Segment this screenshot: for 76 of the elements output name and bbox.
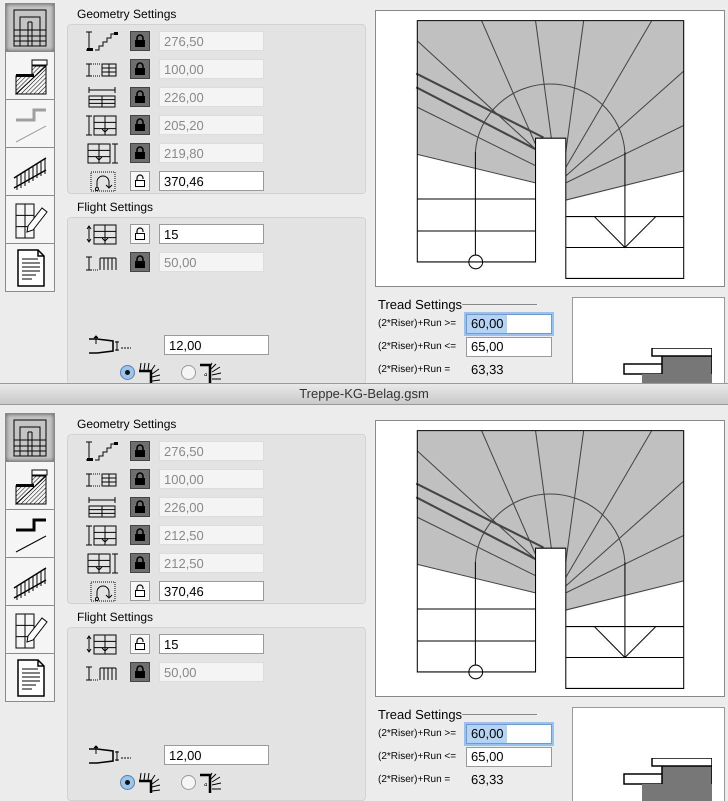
side-tab[interactable] <box>5 51 55 100</box>
side-tab[interactable] <box>5 147 55 196</box>
stair-height-icon <box>85 440 119 462</box>
lock-button[interactable] <box>130 171 150 191</box>
stair-length-icon <box>85 142 119 164</box>
stair-height-icon <box>85 30 119 52</box>
padlock-closed-icon <box>134 528 146 542</box>
stair-plan-icon <box>12 418 48 458</box>
padlock-closed-icon <box>134 34 146 48</box>
side-tab[interactable] <box>5 461 55 510</box>
value-readout: 63,33 <box>471 360 504 379</box>
value-field[interactable]: 15 <box>159 634 264 654</box>
value-field[interactable]: 12,00 <box>164 335 269 355</box>
window-title: Treppe-KG-Belag.gsm <box>299 385 429 404</box>
flush-edge-icon <box>137 771 161 794</box>
value-field[interactable]: 12,00 <box>164 745 269 765</box>
padlock-closed-icon <box>134 62 146 76</box>
radio-button[interactable] <box>120 365 135 380</box>
section-title: Flight Settings <box>77 610 154 624</box>
stair-length-icon <box>85 552 119 574</box>
padlock-closed-icon <box>134 90 146 104</box>
side-tab[interactable] <box>5 557 55 606</box>
radio-button[interactable] <box>120 775 135 790</box>
riser-count-icon <box>85 633 119 655</box>
side-tab[interactable] <box>5 195 55 244</box>
riser-count-icon <box>85 223 119 245</box>
padlock-open-icon <box>134 227 146 241</box>
padlock-open-icon <box>134 637 146 651</box>
radio-button[interactable] <box>181 775 196 790</box>
side-tab[interactable] <box>5 413 55 462</box>
stair-length-icon <box>85 524 119 546</box>
side-tab[interactable] <box>5 3 55 52</box>
section-title: Geometry Settings <box>77 417 178 431</box>
padlock-closed-icon <box>134 500 146 514</box>
value-field[interactable]: 65,00 <box>466 336 552 356</box>
field-label: (2*Riser)+Run >= <box>378 727 458 741</box>
side-tab[interactable] <box>5 605 55 654</box>
min-thickness-icon <box>87 745 131 765</box>
value-readout: 63,33 <box>471 770 504 789</box>
field-label: (2*Riser)+Run >= <box>378 317 458 331</box>
value-field[interactable]: 370,46 <box>159 581 264 601</box>
value-field[interactable]: 60,00 <box>466 314 552 334</box>
flush-edge-icon <box>137 361 161 383</box>
offset-edge-icon <box>198 771 222 794</box>
section-title: Flight Settings <box>77 200 154 214</box>
padlock-closed-icon <box>134 255 146 269</box>
padlock-open-icon <box>134 584 146 598</box>
stair-plan-icon <box>12 8 48 48</box>
value-field[interactable]: 60,00 <box>466 724 552 744</box>
padlock-closed-icon <box>134 665 146 679</box>
lock-button[interactable] <box>130 634 150 654</box>
min-thickness-icon <box>87 335 131 355</box>
side-tab[interactable] <box>5 243 55 292</box>
section-title: Geometry Settings <box>77 7 178 21</box>
field-label: (2*Riser)+Run = <box>378 363 452 377</box>
stair-length-icon <box>85 114 119 136</box>
lock-button[interactable] <box>130 224 150 244</box>
field-label: (2*Riser)+Run = <box>378 773 452 787</box>
section-title: Tread Settings <box>378 297 462 312</box>
field-label: (2*Riser)+Run <= <box>378 340 458 354</box>
radio-button[interactable] <box>181 365 196 380</box>
padlock-open-icon <box>134 174 146 188</box>
section-title: Tread Settings <box>378 707 462 722</box>
padlock-closed-icon <box>134 444 146 458</box>
padlock-closed-icon <box>134 556 146 570</box>
padlock-closed-icon <box>134 146 146 160</box>
side-tab[interactable] <box>5 509 55 558</box>
padlock-closed-icon <box>134 472 146 486</box>
offset-edge-icon <box>198 361 222 383</box>
field-label: (2*Riser)+Run <= <box>378 750 458 764</box>
value-field[interactable]: 15 <box>159 224 264 244</box>
value-field[interactable]: 370,46 <box>159 171 264 191</box>
side-tab[interactable] <box>5 653 55 702</box>
value-field[interactable]: 65,00 <box>466 746 552 766</box>
padlock-closed-icon <box>134 118 146 132</box>
lock-button[interactable] <box>130 581 150 601</box>
